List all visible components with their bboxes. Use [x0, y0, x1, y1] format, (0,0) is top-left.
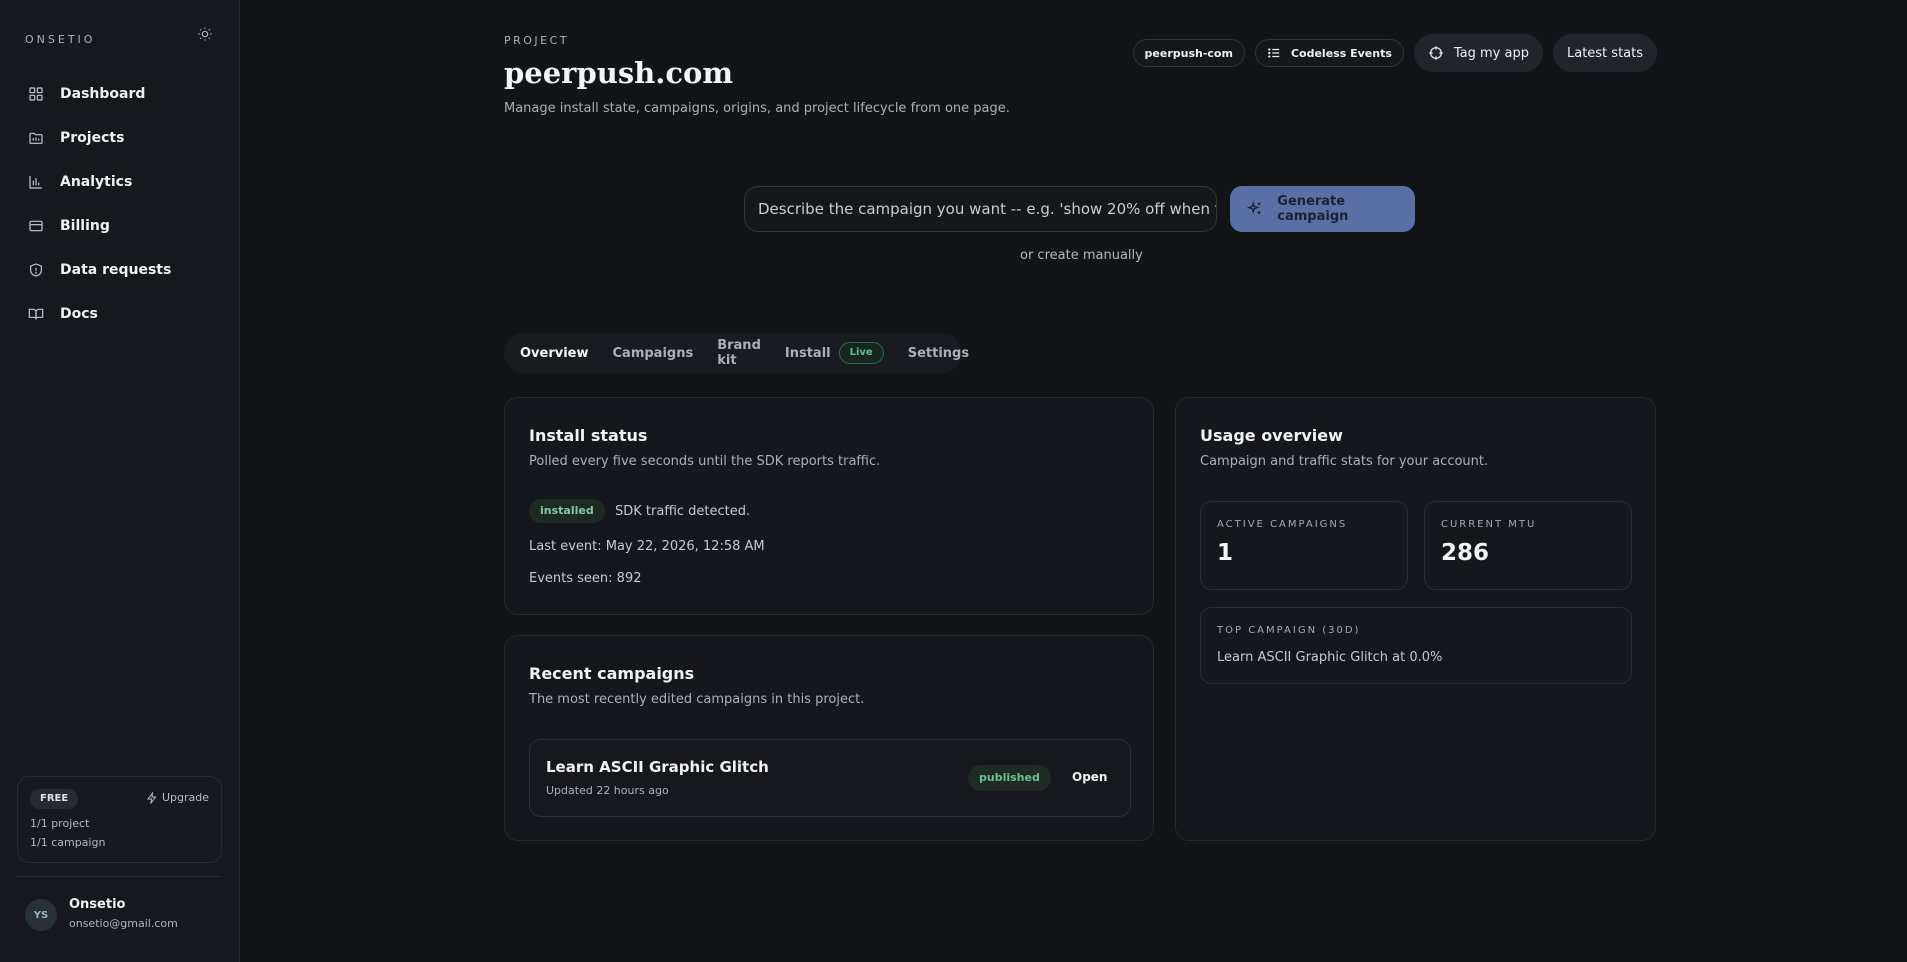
campaign-prompt-input[interactable]: Describe the campaign you want -- e.g. '… — [744, 186, 1217, 232]
latest-stats-button[interactable]: Latest stats — [1552, 34, 1657, 72]
list-icon — [1268, 48, 1280, 58]
usage-overview-card: Usage overview Campaign and traffic stat… — [1175, 397, 1656, 841]
tab-settings[interactable]: Settings — [908, 346, 969, 361]
page-subtitle: Manage install state, campaigns, origins… — [504, 101, 1010, 116]
stat-label: ACTIVE CAMPAIGNS — [1217, 519, 1348, 530]
sidebar-item-label: Docs — [60, 306, 98, 322]
shield-icon — [30, 263, 42, 277]
tab-campaigns[interactable]: Campaigns — [613, 346, 694, 361]
status-badge: installed — [529, 499, 605, 523]
sidebar: ONSETIO Dashboard Projects Analytics Bil… — [0, 0, 240, 962]
sidebar-item-data-requests[interactable]: Data requests — [16, 252, 224, 288]
tab-label: Settings — [907, 345, 970, 361]
tag-my-app-label: Tag my app — [1453, 45, 1529, 61]
generate-campaign-button[interactable]: Generate campaign — [1230, 186, 1415, 232]
page-title: peerpush.com — [504, 56, 734, 90]
upgrade-label: Upgrade — [161, 791, 209, 804]
project-slug-pill[interactable]: peerpush-com — [1132, 39, 1245, 67]
install-status-card: Install status Polled every five seconds… — [504, 397, 1154, 615]
sidebar-item-analytics[interactable]: Analytics — [16, 164, 224, 200]
card-title: Usage overview — [1200, 426, 1343, 445]
bar-chart-icon — [29, 176, 42, 189]
avatar[interactable]: YS — [25, 899, 57, 931]
theme-toggle-icon[interactable] — [197, 26, 215, 44]
tab-label: Install — [784, 345, 831, 361]
sidebar-item-label: Dashboard — [60, 86, 146, 102]
sidebar-divider — [17, 876, 222, 877]
sidebar-item-label: Data requests — [60, 262, 172, 278]
card-description: Polled every five seconds until the SDK … — [529, 454, 881, 469]
live-badge: Live — [838, 342, 884, 364]
tab-label: Overview — [520, 345, 589, 361]
folder-icon — [29, 132, 43, 144]
sidebar-item-label: Billing — [60, 218, 110, 234]
campaign-updated: Updated 22 hours ago — [546, 784, 669, 797]
open-campaign-button[interactable]: Open — [1072, 770, 1107, 784]
brand-row: ONSETIO — [25, 26, 215, 46]
sparkle-icon — [146, 791, 157, 804]
sidebar-nav: Dashboard Projects Analytics Billing Dat… — [16, 76, 224, 340]
brand-logo: ONSETIO — [25, 33, 96, 46]
stat-text: Learn ASCII Graphic Glitch at 0.0% — [1217, 650, 1443, 665]
grid-icon — [29, 87, 43, 101]
project-tabs: Overview Campaigns Brand kit Install Liv… — [504, 333, 969, 373]
codeless-events-label: Codeless Events — [1290, 46, 1392, 60]
stat-label: TOP CAMPAIGN (30D) — [1217, 625, 1361, 636]
plan-campaigns: 1/1 campaign — [30, 836, 106, 849]
top-campaign-stat: TOP CAMPAIGN (30D) Learn ASCII Graphic G… — [1200, 607, 1632, 684]
project-slug-label: peerpush-com — [1144, 46, 1233, 60]
stat-value: 1 — [1217, 540, 1234, 566]
sidebar-item-docs[interactable]: Docs — [16, 296, 224, 332]
codeless-events-button[interactable]: Codeless Events — [1254, 39, 1404, 67]
stat-label: CURRENT MTU — [1441, 519, 1537, 530]
campaign-name: Learn ASCII Graphic Glitch — [546, 758, 769, 776]
list-item[interactable]: Learn ASCII Graphic Glitch Updated 22 ho… — [529, 739, 1131, 817]
sidebar-item-projects[interactable]: Projects — [16, 120, 224, 156]
upgrade-link[interactable]: Upgrade — [146, 791, 209, 804]
current-mtu-stat: CURRENT MTU 286 — [1424, 501, 1632, 590]
events-seen: Events seen: 892 — [529, 571, 642, 586]
tab-label: Brand kit — [717, 338, 761, 368]
generate-campaign-label: Generate campaign — [1277, 194, 1349, 224]
plan-card: FREE Upgrade 1/1 project 1/1 campaign — [17, 776, 222, 863]
crosshair-icon — [1429, 46, 1443, 60]
tab-overview[interactable]: Overview — [520, 346, 589, 361]
page-eyebrow: PROJECT — [504, 34, 570, 47]
sidebar-item-label: Analytics — [60, 174, 133, 190]
card-description: The most recently edited campaigns in th… — [529, 692, 865, 707]
sidebar-item-label: Projects — [60, 130, 125, 146]
last-event: Last event: May 22, 2026, 12:58 AM — [529, 539, 765, 554]
credit-card-icon — [29, 220, 43, 232]
status-badge: published — [968, 765, 1051, 791]
card-title: Install status — [529, 426, 648, 445]
tab-install[interactable]: Install Live — [785, 342, 884, 364]
sidebar-item-dashboard[interactable]: Dashboard — [16, 76, 224, 112]
create-manually-link[interactable]: or create manually — [1020, 248, 1143, 263]
sidebar-item-billing[interactable]: Billing — [16, 208, 224, 244]
card-description: Campaign and traffic stats for your acco… — [1200, 454, 1489, 469]
status-text: SDK traffic detected. — [615, 504, 751, 519]
tab-brand-kit[interactable]: Brand kit — [717, 338, 761, 368]
sparkles-icon — [1246, 201, 1261, 215]
header-actions: peerpush-com Codeless Events Tag my app … — [1132, 34, 1657, 72]
recent-campaigns-card: Recent campaigns The most recently edite… — [504, 635, 1154, 841]
latest-stats-label: Latest stats — [1566, 45, 1643, 61]
active-campaigns-stat: ACTIVE CAMPAIGNS 1 — [1200, 501, 1408, 590]
stat-value: 286 — [1441, 540, 1490, 566]
card-title: Recent campaigns — [529, 664, 695, 683]
user-name: Onsetio — [69, 897, 126, 912]
plan-badge: FREE — [30, 789, 79, 809]
book-icon — [28, 308, 44, 320]
plan-projects: 1/1 project — [30, 817, 90, 830]
tab-label: Campaigns — [612, 345, 694, 361]
user-email: onsetio@gmail.com — [69, 917, 178, 930]
tag-my-app-button[interactable]: Tag my app — [1413, 34, 1543, 72]
